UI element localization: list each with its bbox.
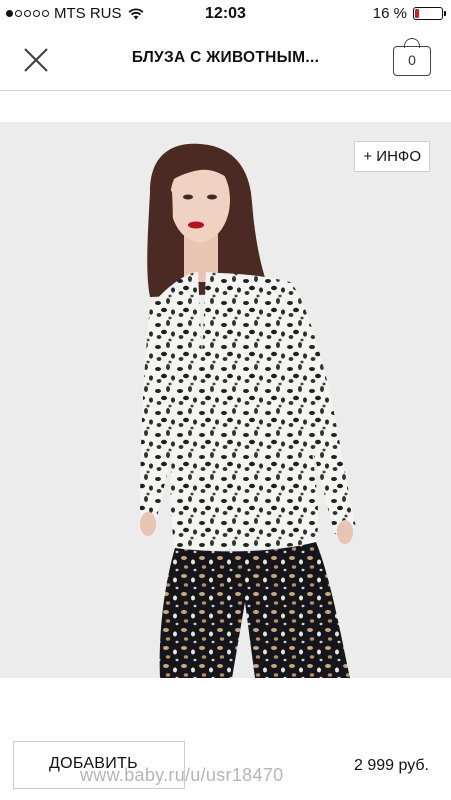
status-right: 16 % [372, 5, 446, 22]
bag-count: 0 [393, 46, 431, 76]
product-image[interactable]: + ИНФО [0, 122, 451, 678]
battery-icon [413, 7, 446, 20]
page-title: БЛУЗА С ЖИВОТНЫМ... [131, 49, 320, 66]
battery-level [415, 9, 419, 18]
close-icon [24, 48, 48, 72]
navigation-header: БЛУЗА С ЖИВОТНЫМ... 0 [0, 28, 451, 91]
battery-percent: 16 % [372, 5, 407, 22]
close-button[interactable] [20, 44, 52, 76]
add-to-cart-button[interactable]: ДОБАВИТЬ [13, 741, 185, 789]
product-price: 2 999 руб. [354, 757, 429, 774]
status-bar: MTS RUS 12:03 16 % [0, 0, 451, 28]
info-button[interactable]: + ИНФО [354, 141, 430, 172]
model-photo [140, 143, 356, 678]
shopping-bag-button[interactable]: 0 [393, 38, 431, 76]
